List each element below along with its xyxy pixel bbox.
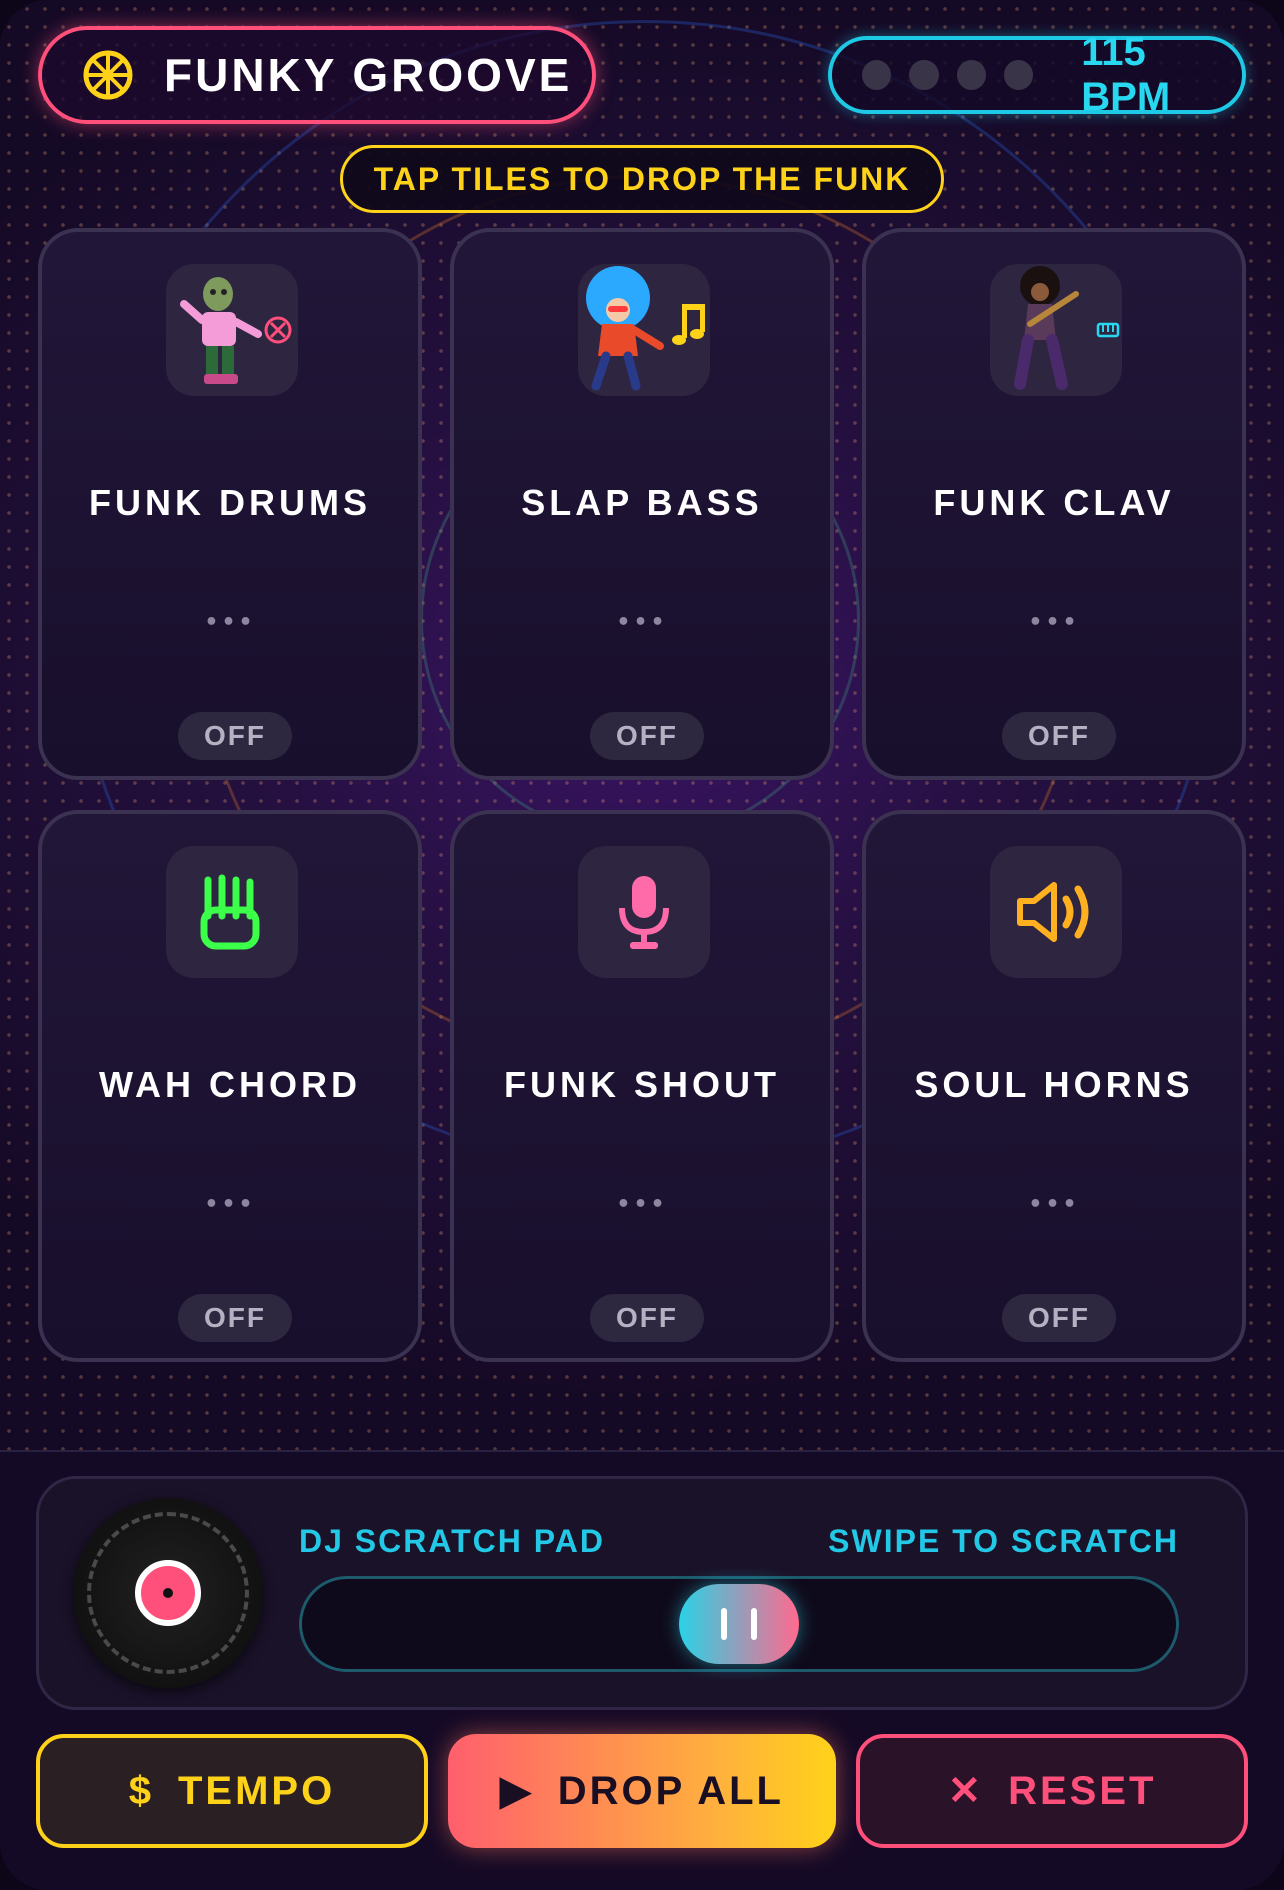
instruction-banner: TAP TILES TO DROP THE FUNK (340, 145, 944, 213)
beat-dot (1003, 60, 1034, 90)
pause-icon (751, 1608, 757, 1640)
speaker-icon (990, 846, 1122, 978)
scratch-slider-knob[interactable] (679, 1584, 799, 1664)
reset-label: RESET (1008, 1768, 1157, 1813)
vinyl-record-icon[interactable] (73, 1498, 263, 1688)
guitarist-icon (990, 264, 1122, 396)
tile-label: FUNK CLAV (933, 482, 1175, 523)
scratch-slider-track[interactable] (299, 1576, 1179, 1672)
status-badge: OFF (178, 712, 292, 760)
more-dots-icon[interactable]: ••• (454, 1192, 830, 1217)
scratch-pad-title: DJ SCRATCH PAD (299, 1523, 605, 1559)
more-dots-icon[interactable]: ••• (454, 610, 830, 635)
tile-label: SLAP BASS (521, 482, 763, 523)
more-dots-icon[interactable]: ••• (42, 610, 418, 635)
tempo-label: TEMPO (178, 1768, 336, 1813)
tile-wah-chord[interactable]: WAH CHORD ••• OFF (38, 810, 422, 1362)
drop-all-button[interactable]: ▶ DROP ALL (448, 1734, 836, 1848)
scratch-pad-hint: SWIPE TO SCRATCH (828, 1523, 1179, 1559)
app-title-pill: FUNKY GROOVE (38, 26, 596, 124)
tile-funk-shout[interactable]: FUNK SHOUT ••• OFF (450, 810, 834, 1362)
more-dots-icon[interactable]: ••• (866, 610, 1242, 635)
funky-groove-app: FUNKY GROOVE 115 BPM TAP TILES TO DROP T… (0, 0, 1284, 1890)
dollar-icon: $ (128, 1768, 154, 1813)
wheel-icon (83, 50, 133, 100)
reset-button[interactable]: ✕ RESET (856, 1734, 1248, 1848)
tile-soul-horns[interactable]: SOUL HORNS ••• OFF (862, 810, 1246, 1362)
beat-dot (862, 60, 892, 90)
bpm-label: 115 BPM (1081, 30, 1171, 119)
tempo-button[interactable]: $ TEMPO (36, 1734, 428, 1848)
afro-dancer-icon (578, 264, 710, 396)
microphone-icon (578, 846, 710, 978)
tile-label: SOUL HORNS (914, 1064, 1194, 1105)
status-badge: OFF (590, 1294, 704, 1342)
app-title: FUNKY GROOVE (164, 49, 573, 101)
zombie-dancer-icon (166, 264, 298, 396)
more-dots-icon[interactable]: ••• (42, 1192, 418, 1217)
status-badge: OFF (1002, 1294, 1116, 1342)
tile-label: FUNK DRUMS (89, 482, 371, 523)
tile-label: FUNK SHOUT (504, 1064, 780, 1105)
section-divider (0, 1450, 1284, 1452)
play-icon: ▶ (500, 1769, 534, 1813)
tile-label: WAH CHORD (99, 1064, 361, 1105)
drop-all-label: DROP ALL (557, 1768, 784, 1813)
status-badge: OFF (1002, 712, 1116, 760)
close-icon: ✕ (947, 1769, 985, 1813)
beat-dot (956, 60, 986, 90)
status-badge: OFF (590, 712, 704, 760)
more-dots-icon[interactable]: ••• (866, 1192, 1242, 1217)
pause-icon (721, 1608, 727, 1640)
bpm-indicator[interactable]: 115 BPM (828, 30, 1246, 119)
tile-funk-clav[interactable]: FUNK CLAV ••• OFF (862, 228, 1246, 780)
guitar-pick-hand-icon (166, 846, 298, 978)
beat-dot (909, 60, 939, 90)
record-spindle (163, 1588, 173, 1598)
status-badge: OFF (178, 1294, 292, 1342)
tile-funk-drums[interactable]: FUNK DRUMS ••• OFF (38, 228, 422, 780)
dj-scratch-pad: DJ SCRATCH PAD SWIPE TO SCRATCH (36, 1476, 1248, 1710)
tile-slap-bass[interactable]: SLAP BASS ••• OFF (450, 228, 834, 780)
